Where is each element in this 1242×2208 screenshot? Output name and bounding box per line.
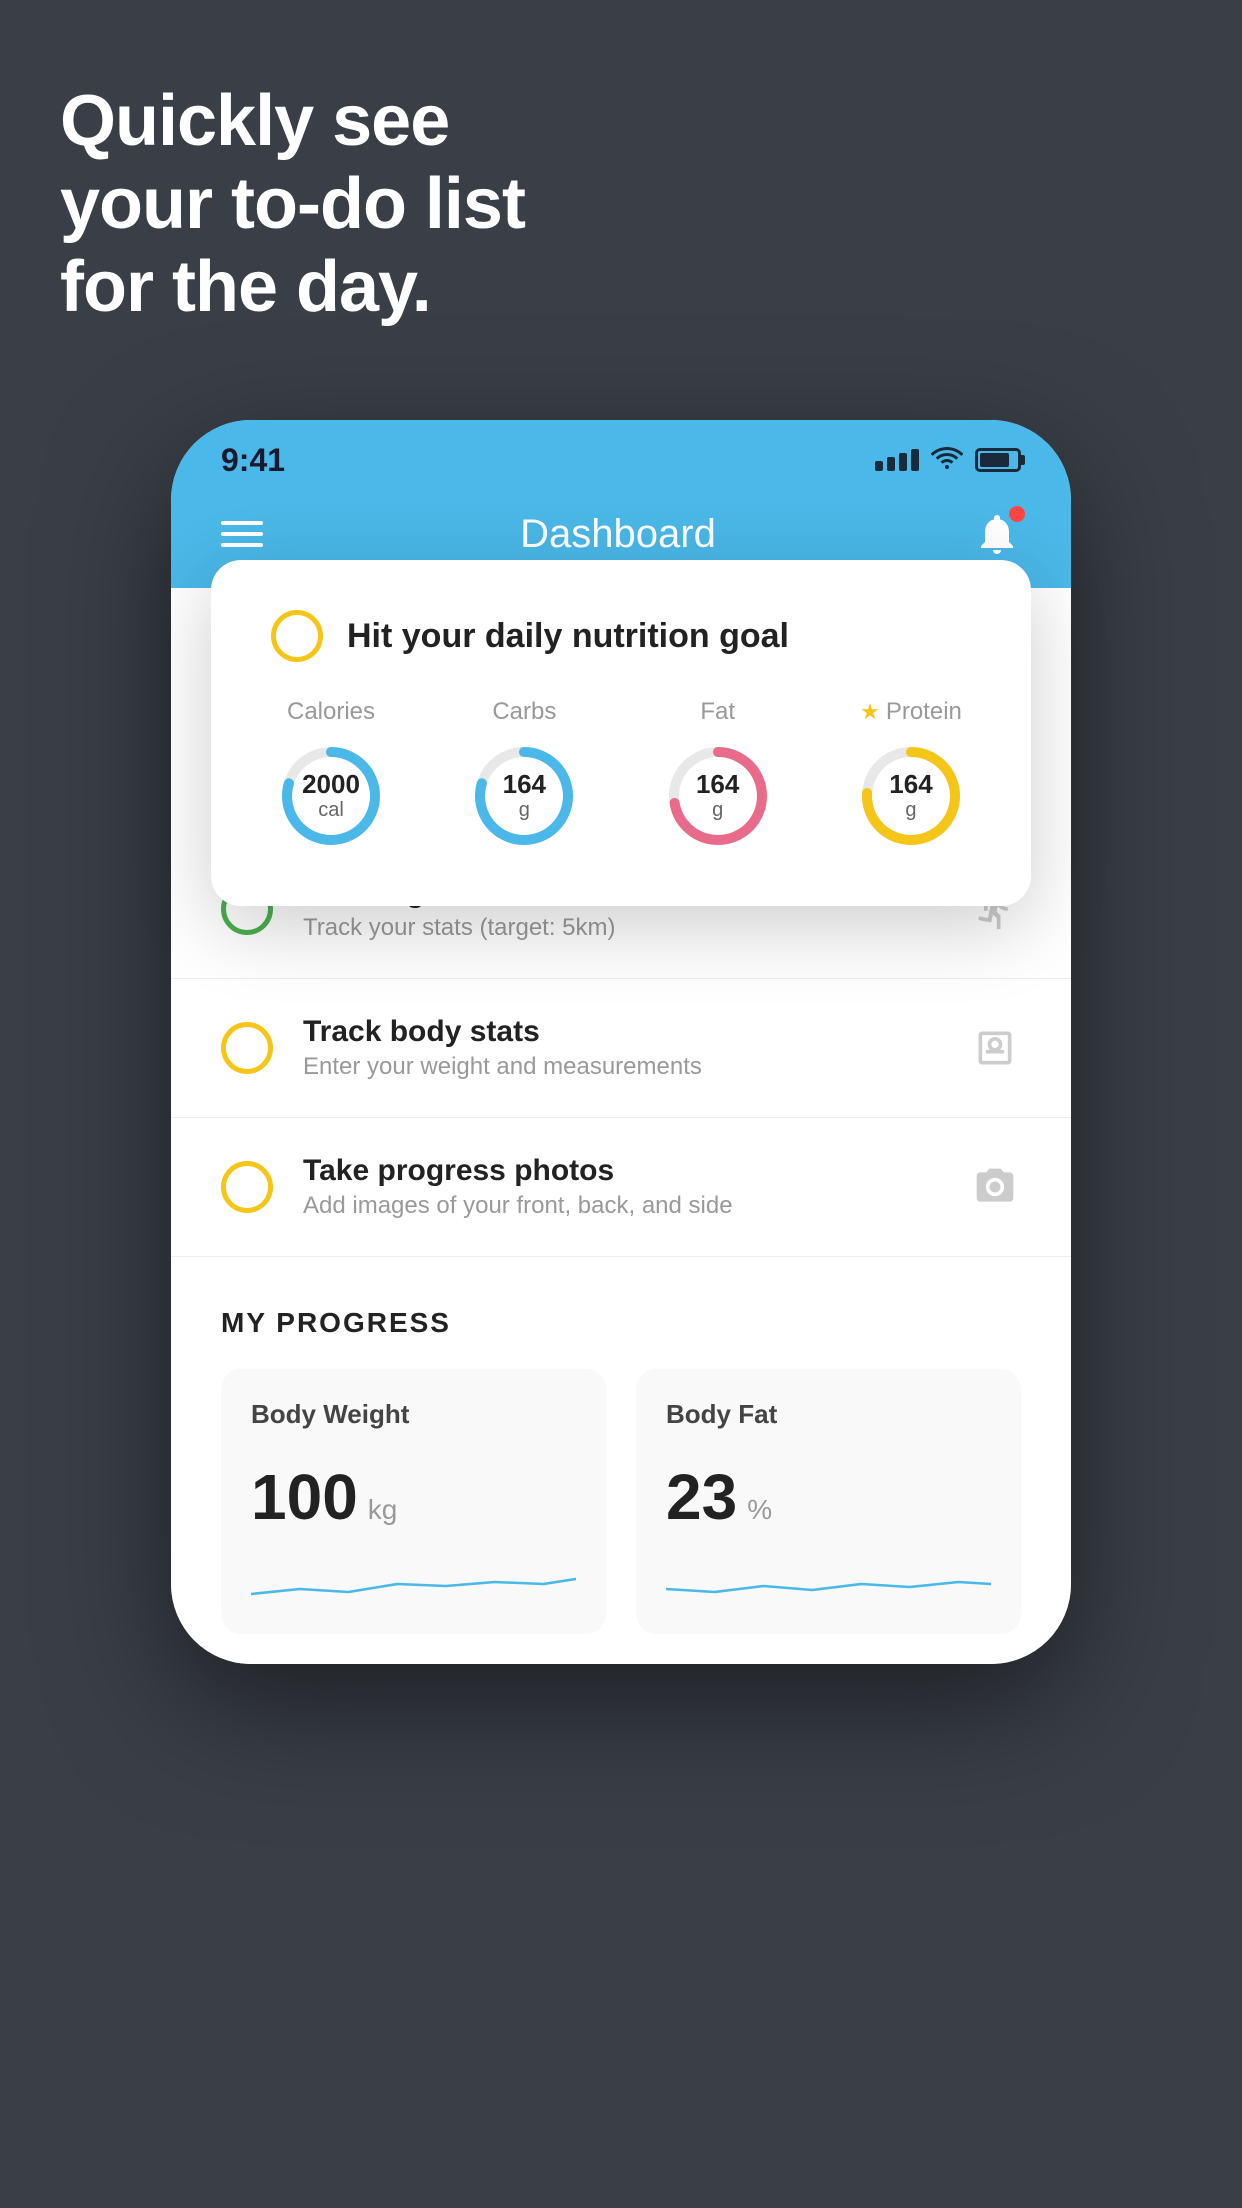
progress-section: MY PROGRESS Body Weight 100 kg [171,1257,1071,1664]
todo-circle-body-stats [221,1022,273,1074]
hero-line3: for the day. [60,246,525,329]
todo-text-body-stats: Track body stats Enter your weight and m… [303,1015,939,1081]
todo-item-body-stats[interactable]: Track body stats Enter your weight and m… [171,979,1071,1118]
body-weight-unit: kg [368,1494,398,1526]
progress-cards: Body Weight 100 kg Body Fat [221,1369,1021,1634]
nav-title: Dashboard [520,512,716,557]
notification-bell-icon[interactable] [973,510,1021,558]
hero-line1: Quickly see [60,80,525,163]
nutrition-goal-checkbox[interactable] [271,610,323,662]
fat-label: Fat [700,698,735,726]
protein-label: Protein [886,698,962,726]
nutrition-calories: Calories 2000 cal [271,698,391,856]
carbs-ring: 164 g [464,736,584,856]
carbs-value: 164 g [503,770,546,822]
body-fat-label: Body Fat [666,1399,991,1430]
nutrition-card-title: Hit your daily nutrition goal [347,617,789,656]
calories-label: Calories [287,698,375,726]
nutrition-fat: Fat 164 g [658,698,778,856]
fat-ring: 164 g [658,736,778,856]
progress-card-body-weight: Body Weight 100 kg [221,1369,606,1634]
nutrition-row: Calories 2000 cal Carbs [271,698,971,856]
protein-ring: 164 g [851,736,971,856]
progress-title: MY PROGRESS [221,1307,1021,1339]
person-photo-icon [969,1161,1021,1213]
hamburger-menu[interactable] [221,521,263,547]
fat-value: 164 g [696,770,739,822]
status-icons [875,444,1021,476]
status-bar: 9:41 [171,420,1071,490]
calories-ring: 2000 cal [271,736,391,856]
todo-item-photos[interactable]: Take progress photos Add images of your … [171,1118,1071,1257]
todo-sub-running: Track your stats (target: 5km) [303,914,939,942]
body-fat-unit: % [747,1494,772,1526]
progress-card-body-fat: Body Fat 23 % [636,1369,1021,1634]
body-fat-value: 23 % [666,1460,991,1534]
body-fat-number: 23 [666,1460,737,1534]
scale-icon [969,1022,1021,1074]
body-weight-number: 100 [251,1460,358,1534]
protein-value: 164 g [889,770,932,822]
body-weight-value: 100 kg [251,1460,576,1534]
signal-bars-icon [875,449,919,471]
protein-label-row: ★ Protein [860,698,962,726]
nutrition-protein: ★ Protein 164 g [851,698,971,856]
todo-sub-body-stats: Enter your weight and measurements [303,1053,939,1081]
body-weight-label: Body Weight [251,1399,576,1430]
todo-sub-photos: Add images of your front, back, and side [303,1192,939,1220]
battery-icon [975,448,1021,472]
notification-dot [1009,506,1025,522]
star-icon: ★ [860,699,880,725]
todo-text-photos: Take progress photos Add images of your … [303,1154,939,1220]
hero-text: Quickly see your to-do list for the day. [60,80,525,328]
hero-line2: your to-do list [60,163,525,246]
body-weight-chart [251,1554,576,1604]
todo-circle-photos [221,1161,273,1213]
calories-value: 2000 cal [302,770,360,822]
floating-nutrition-card: Hit your daily nutrition goal Calories 2… [211,560,1031,906]
todo-title-body-stats: Track body stats [303,1015,939,1049]
wifi-icon [931,444,963,476]
status-time: 9:41 [221,442,285,479]
carbs-label: Carbs [492,698,556,726]
todo-title-photos: Take progress photos [303,1154,939,1188]
nutrition-carbs: Carbs 164 g [464,698,584,856]
body-fat-chart [666,1554,991,1604]
card-header: Hit your daily nutrition goal [271,610,971,662]
